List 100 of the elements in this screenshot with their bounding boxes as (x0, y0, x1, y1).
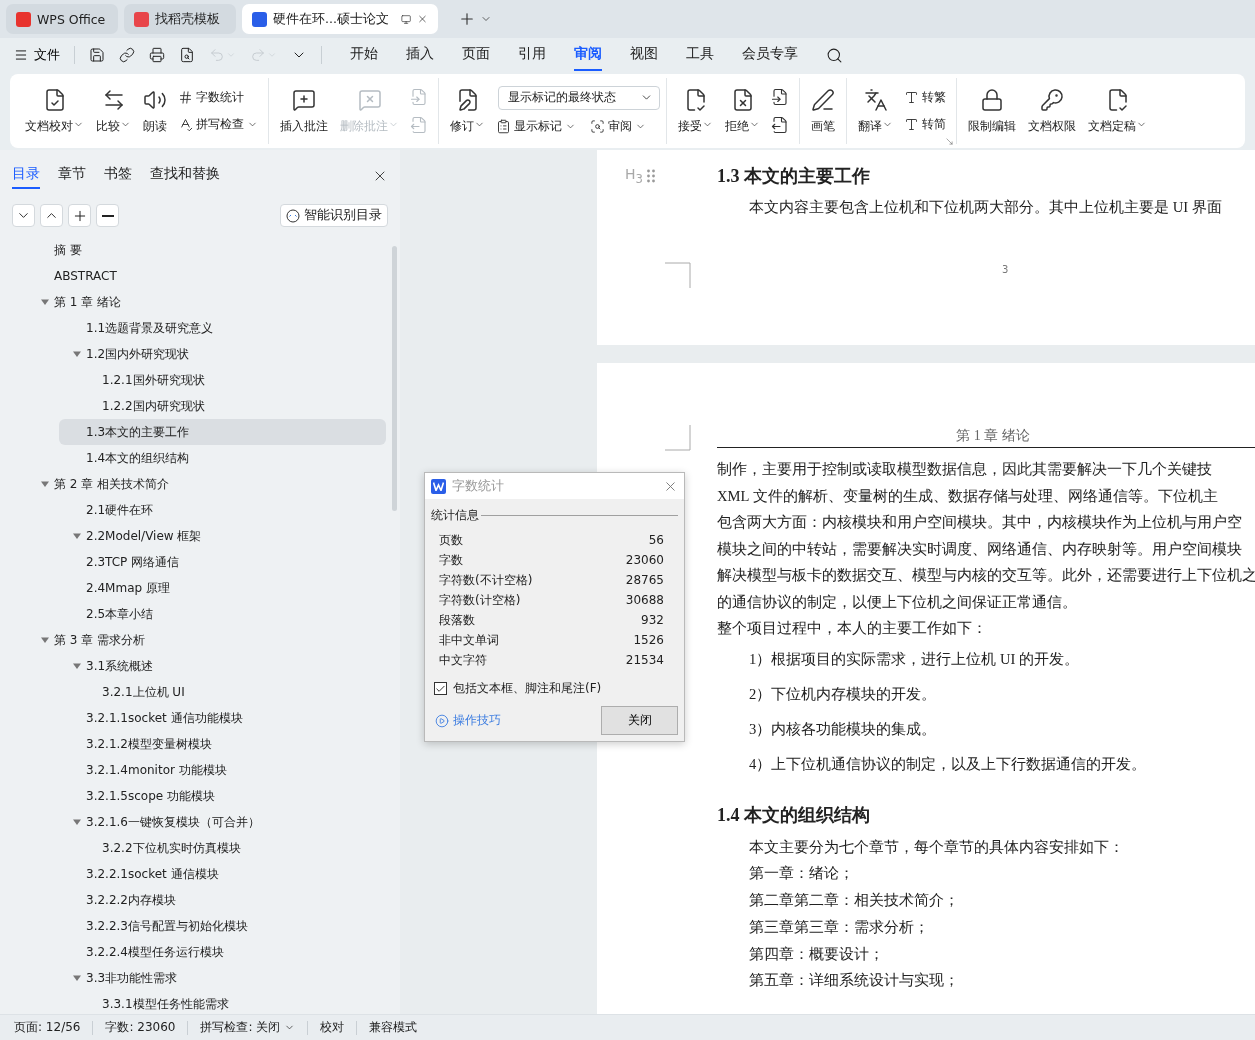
toc-item[interactable]: 3.2.2.3信号配置与初始化模块 (12, 913, 386, 939)
quick-access-button[interactable] (149, 47, 165, 63)
toc-item[interactable]: 1.3本文的主要工作 (59, 419, 386, 445)
nav-tab[interactable]: 章节 (58, 163, 86, 189)
toc-item[interactable]: 1.2.1国外研究现状 (12, 367, 386, 393)
ribbon-button[interactable]: 字数统计 (174, 87, 262, 108)
ribbon-button[interactable]: 文档校对 (20, 78, 89, 144)
expanded-triangle-icon[interactable] (40, 635, 50, 645)
ribbon-button[interactable]: 转繁 (900, 87, 950, 108)
list-item: 1）根据项目的实际需求，进行上位机 UI 的开发。 (748, 649, 1080, 669)
drag-handle-icon[interactable] (646, 168, 655, 183)
menu-tab[interactable]: 开始 (350, 39, 378, 71)
smart-toc-button[interactable]: 智能识别目录 (280, 204, 388, 227)
toc-item[interactable]: 2.4Mmap 原理 (12, 575, 386, 601)
toc-item[interactable]: 2.5本章小结 (12, 601, 386, 627)
status-item[interactable]: 校对 (308, 1020, 358, 1035)
status-item[interactable]: 兼容模式 (357, 1020, 430, 1035)
ribbon-button[interactable]: 朗读 (138, 78, 172, 144)
menu-tab[interactable]: 插入 (406, 39, 434, 71)
toc-item[interactable]: 2.3TCP 网络通信 (12, 549, 386, 575)
ribbon-button[interactable]: 拒绝 (720, 78, 765, 144)
quick-access-button[interactable] (179, 47, 195, 63)
expanded-triangle-icon[interactable] (72, 531, 82, 541)
toc-item[interactable]: 3.2.2.4模型任务运行模块 (12, 939, 386, 965)
checkbox-label[interactable]: 包括文本框、脚注和尾注(F) (453, 680, 602, 697)
ribbon-button[interactable]: 文档定稿 (1083, 78, 1152, 144)
markup-state-select[interactable]: 显示标记的最终状态 (498, 85, 660, 110)
menu-tab[interactable]: 审阅 (574, 39, 602, 71)
close-button[interactable]: 关闭 (601, 706, 678, 735)
checkbox[interactable] (434, 682, 447, 695)
toc-item[interactable]: 3.2.1.1socket 通信功能模块 (12, 705, 386, 731)
toc-item[interactable]: 2.1硬件在环 (12, 497, 386, 523)
ribbon-button[interactable]: 审阅 (586, 115, 650, 137)
app-logo-icon (252, 11, 267, 27)
scrollbar-thumb[interactable] (392, 246, 397, 511)
expanded-triangle-icon[interactable] (40, 297, 50, 307)
toc-item[interactable]: 3.2.1.4monitor 功能模块 (12, 757, 386, 783)
list-item: 3）内核各功能模块的集成。 (748, 719, 938, 739)
remove-button[interactable] (96, 204, 119, 227)
menu-tab[interactable]: 视图 (630, 39, 658, 71)
ribbon-button[interactable]: 拼写检查 (174, 114, 262, 135)
ribbon-button[interactable]: 限制编辑 (963, 78, 1021, 144)
app-tab[interactable]: WPS Office (6, 4, 118, 34)
toc-item[interactable]: 3.3非功能性需求 (12, 965, 386, 991)
toc-item[interactable]: 1.2.2国内研究现状 (12, 393, 386, 419)
toc-item[interactable]: 第 2 章 相关技术简介 (12, 471, 386, 497)
toc-item[interactable]: 3.2.1.5scope 功能模块 (12, 783, 386, 809)
quick-access-button[interactable] (119, 47, 135, 63)
app-logo-icon (134, 11, 149, 27)
toc-item[interactable]: 3.1系统概述 (12, 653, 386, 679)
toc-item[interactable]: 1.2国内外研究现状 (12, 341, 386, 367)
toc-item[interactable]: 3.2.2下位机实时仿真模块 (12, 835, 386, 861)
ribbon-button[interactable]: 插入批注 (275, 78, 333, 144)
ribbon-button[interactable]: 画笔 (806, 78, 840, 144)
nav-tab[interactable]: 查找和替换 (150, 163, 220, 189)
status-item[interactable]: 字数: 23060 (93, 1020, 189, 1035)
status-item[interactable]: 拼写检查: 关闭 (188, 1020, 309, 1035)
toc-item[interactable]: 1.4本文的组织结构 (12, 445, 386, 471)
menu-tab[interactable]: 页面 (462, 39, 490, 71)
toc-item[interactable]: 摘 要 (12, 237, 386, 263)
add-button[interactable] (68, 204, 91, 227)
menu-tab[interactable]: 引用 (518, 39, 546, 71)
search-button[interactable] (826, 46, 843, 64)
toc-item[interactable]: 3.2.2.1socket 通信模块 (12, 861, 386, 887)
ribbon-button[interactable]: 比较 (91, 78, 136, 144)
toc-item[interactable]: 第 3 章 需求分析 (12, 627, 386, 653)
ribbon-button[interactable]: 显示标记 (492, 115, 580, 137)
menu-tab[interactable]: 工具 (686, 39, 714, 71)
link-icon (119, 47, 135, 63)
ribbon-button[interactable]: 翻译 (853, 78, 898, 144)
stat-label: 字数 (439, 551, 463, 569)
expanded-triangle-icon[interactable] (72, 661, 82, 671)
ribbon-button[interactable]: 文档权限 (1023, 78, 1081, 144)
toc-item[interactable]: 3.2.2.2内存模块 (12, 887, 386, 913)
new-tab-plus-icon (458, 10, 476, 28)
toc-item[interactable]: 1.1选题背景及研究意义 (12, 315, 386, 341)
dialog-title: 字数统计 (452, 477, 504, 495)
nav-tab[interactable]: 目录 (12, 163, 40, 189)
toc-item[interactable]: 3.2.1上位机 UI (12, 679, 386, 705)
menu-tab[interactable]: 会员专享 (742, 39, 798, 71)
toc-item[interactable]: 3.2.1.6一键恢复模块（可合并） (12, 809, 386, 835)
ribbon-button[interactable]: 接受 (673, 78, 718, 144)
quick-access-button[interactable] (89, 47, 105, 63)
file-menu-button[interactable]: 文件 (14, 46, 60, 64)
expanded-triangle-icon[interactable] (72, 817, 82, 827)
tips-link[interactable]: 操作技巧 (435, 712, 501, 729)
ribbon-button[interactable]: 转简 (900, 114, 950, 135)
app-tab[interactable]: 找稻壳模板 (124, 4, 236, 34)
toc-item[interactable]: 第 1 章 绪论 (12, 289, 386, 315)
toc-item[interactable]: 3.2.1.2模型变量树模块 (12, 731, 386, 757)
toc-item[interactable]: ABSTRACT (12, 263, 386, 289)
expanded-triangle-icon[interactable] (40, 479, 50, 489)
ribbon-button[interactable]: 修订 (445, 78, 490, 144)
app-tab[interactable]: 硬件在环...硕士论文 (242, 4, 438, 34)
expanded-triangle-icon[interactable] (72, 349, 82, 359)
status-item[interactable]: 页面: 12/56 (14, 1020, 94, 1035)
nav-tab[interactable]: 书签 (104, 163, 132, 189)
toc-item[interactable]: 3.3.1模型任务性能需求 (12, 991, 386, 1014)
expanded-triangle-icon[interactable] (72, 973, 82, 983)
toc-item[interactable]: 2.2Model/View 框架 (12, 523, 386, 549)
